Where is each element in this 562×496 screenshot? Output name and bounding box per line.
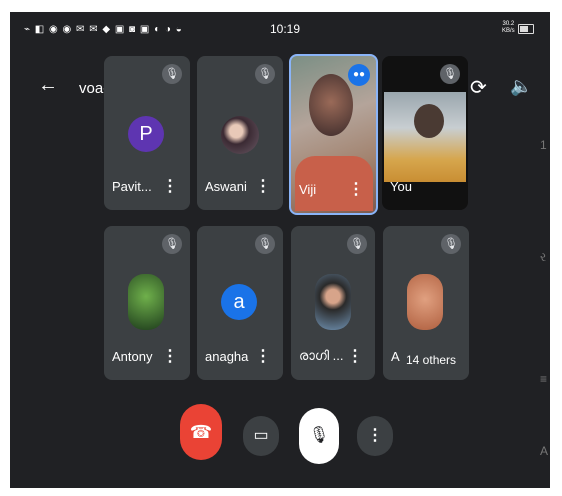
participant-tile[interactable]: 🎙 Antony ⋮ (104, 226, 190, 380)
video-feed (309, 74, 353, 136)
more-vert-icon: ⋮ (367, 427, 383, 444)
mic-off-icon: 🎙 (162, 64, 182, 84)
mic-off-icon: 🎙 (441, 234, 461, 254)
phone-screen: ⌁ ◧ ◉ ◉ ✉ ✉ ◆ ▣ ◙ ▣ ◐ ◑ ◒ 10:19 30.2 KB/… (10, 12, 550, 488)
status-bar: ⌁ ◧ ◉ ◉ ✉ ✉ ◆ ▣ ◙ ▣ ◐ ◑ ◒ 10:19 30.2 KB/… (10, 12, 550, 48)
mic-off-icon: 🎙 (347, 234, 367, 254)
mic-off-icon: 🎙 (255, 234, 275, 254)
participant-name: anagha (205, 349, 249, 364)
more-vert-icon[interactable]: ⋮ (162, 176, 178, 196)
participant-name: Viji (299, 182, 317, 197)
participant-name: Pavit... (112, 179, 152, 194)
participant-name: Aswani (205, 179, 247, 194)
speaking-indicator-icon: ●● (348, 64, 370, 86)
more-vert-icon[interactable]: ⋮ (347, 346, 363, 366)
edge-glyph: 1 (540, 138, 547, 152)
avatar (221, 116, 259, 154)
participant-name: You (390, 179, 412, 194)
network-speed: 30.2 KB/s (502, 21, 515, 34)
switch-camera-icon[interactable]: ⟳ (470, 75, 487, 100)
more-vert-icon[interactable]: ⋮ (162, 346, 178, 366)
participant-tile[interactable]: 🎙 a anagha ⋮ (197, 226, 283, 380)
avatar: a (221, 284, 257, 320)
participant-tile[interactable]: 🎙 You (382, 56, 468, 210)
participant-tile[interactable]: 🎙 A 14 others (383, 226, 469, 380)
mic-off-icon: 🎙 (255, 64, 275, 84)
avatar: P (128, 116, 164, 152)
avatar (315, 274, 351, 330)
participant-tile[interactable]: 🎙 P Pavit... ⋮ (104, 56, 190, 210)
participant-tile[interactable]: 🎙 Aswani ⋮ (197, 56, 283, 210)
others-count-label: 14 others (401, 350, 462, 370)
back-arrow-icon[interactable]: ← (38, 74, 58, 97)
status-icons: ⌁ ◧ ◉ ◉ ✉ ✉ ◆ ▣ ◙ ▣ ◐ ◑ ◒ (24, 24, 183, 35)
mic-off-icon: 🎙 (440, 64, 460, 84)
edge-glyph: ર (540, 250, 547, 264)
mic-off-icon: 🎙 (308, 427, 330, 444)
more-options-button[interactable]: ⋮ (357, 416, 393, 456)
speaker-icon[interactable]: 🔈 (510, 76, 532, 97)
edge-glyph: ≡ (540, 372, 548, 386)
video-feed (414, 104, 444, 138)
participant-tile[interactable]: 🎙 രാഗി ... ⋮ (291, 226, 375, 380)
participant-name: രാഗി ... (299, 348, 344, 363)
more-vert-icon[interactable]: ⋮ (255, 346, 271, 366)
mic-toggle-button[interactable]: 🎙 (299, 408, 339, 464)
camera-icon: ▭ (253, 427, 269, 444)
clock: 10:19 (270, 22, 301, 36)
more-vert-icon[interactable]: ⋮ (255, 176, 271, 196)
participant-name: A (391, 349, 400, 364)
avatar (407, 274, 443, 330)
battery-icon (518, 24, 534, 34)
end-call-icon: ☎ (189, 422, 213, 442)
end-call-button[interactable]: ☎ (180, 404, 222, 460)
mic-off-icon: 🎙 (162, 234, 182, 254)
camera-toggle-button[interactable]: ▭ (243, 416, 279, 456)
more-vert-icon[interactable]: ⋮ (348, 179, 364, 199)
participant-name: Antony (112, 349, 153, 364)
participant-tile[interactable]: ●● Viji ⋮ (289, 54, 378, 215)
edge-glyph: A (540, 444, 549, 458)
avatar (128, 274, 164, 330)
